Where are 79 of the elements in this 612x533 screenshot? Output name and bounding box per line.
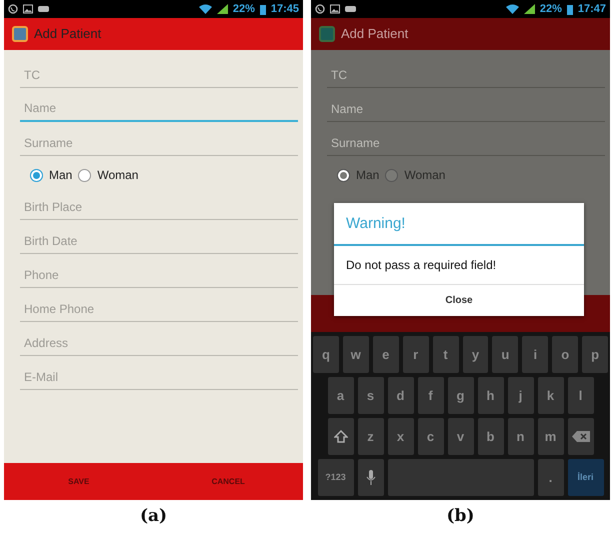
- battery-icon: [260, 4, 266, 14]
- radio-label: Man: [49, 167, 72, 184]
- signal-icon: [524, 4, 535, 14]
- image-icon: [23, 4, 33, 14]
- key[interactable]: r: [402, 336, 429, 373]
- key[interactable]: n: [508, 418, 534, 455]
- radio-button[interactable]: [385, 168, 398, 182]
- key[interactable]: c: [418, 418, 444, 455]
- action-button[interactable]: SAVE: [4, 463, 154, 500]
- clock-time: 17:47: [578, 2, 606, 17]
- key[interactable]: o: [552, 336, 578, 373]
- key[interactable]: p: [582, 336, 608, 373]
- key[interactable]: g: [448, 377, 474, 414]
- key[interactable]: u: [492, 336, 518, 373]
- input-field[interactable]: Name: [327, 96, 605, 122]
- wifi-icon: [506, 4, 519, 14]
- mic-key[interactable]: [358, 459, 384, 496]
- key[interactable]: d: [388, 377, 414, 414]
- battery-icon: [566, 4, 573, 14]
- key[interactable]: e: [372, 336, 399, 373]
- input-field[interactable]: Phone: [20, 262, 298, 288]
- app-icon: [319, 26, 335, 42]
- input-field[interactable]: Name: [20, 96, 298, 122]
- input-field[interactable]: Address: [20, 330, 298, 356]
- close-button[interactable]: Close: [334, 284, 584, 316]
- input-field[interactable]: Birth Date: [20, 228, 298, 254]
- radio-button[interactable]: [78, 168, 92, 182]
- image-icon: [330, 4, 340, 14]
- key[interactable]: m: [538, 418, 564, 455]
- next-key[interactable]: İleri: [568, 459, 604, 496]
- battery-percent: 22%: [540, 2, 562, 17]
- input-field[interactable]: Home Phone: [20, 296, 298, 322]
- key[interactable]: s: [358, 377, 384, 414]
- action-button[interactable]: CANCEL: [154, 463, 303, 500]
- input-field[interactable]: TC: [327, 62, 605, 88]
- backspace-key[interactable]: [568, 418, 594, 455]
- app-title: Add Patient: [341, 25, 408, 44]
- dialog-title: Warning!: [334, 203, 584, 246]
- key[interactable]: t: [432, 336, 458, 373]
- key[interactable]: k: [538, 377, 564, 414]
- gamepad-icon: [38, 5, 49, 13]
- shift-icon: [334, 430, 348, 444]
- gamepad-icon: [345, 5, 356, 13]
- input-field[interactable]: TC: [20, 62, 298, 88]
- key[interactable]: b: [478, 418, 504, 455]
- input-field[interactable]: Surname: [20, 130, 298, 156]
- input-field[interactable]: E-Mail: [20, 364, 298, 390]
- app-icon: [12, 26, 28, 42]
- battery-percent: 22%: [232, 2, 255, 17]
- radio-label: Woman: [97, 167, 138, 184]
- key[interactable]: f: [418, 377, 444, 414]
- key[interactable]: h: [478, 377, 504, 414]
- radio-label: Man: [356, 167, 380, 184]
- app-title: Add Patient: [34, 25, 102, 44]
- key[interactable]: .: [538, 459, 564, 496]
- key[interactable]: z: [358, 418, 384, 455]
- radio-button[interactable]: [337, 168, 350, 182]
- key[interactable]: j: [508, 377, 534, 414]
- figure-caption: (a): [140, 505, 168, 528]
- clock-time: 17:45: [270, 2, 299, 17]
- key[interactable]: y: [462, 336, 488, 373]
- key[interactable]: l: [568, 377, 594, 414]
- radio-label: Woman: [404, 167, 446, 184]
- input-field[interactable]: Birth Place: [20, 194, 298, 220]
- radio-button[interactable]: [30, 168, 43, 182]
- signal-icon: [216, 4, 228, 14]
- microphone-icon: [366, 470, 376, 485]
- backspace-icon: [572, 431, 590, 442]
- wifi-icon: [198, 4, 212, 14]
- key[interactable]: x: [388, 418, 414, 455]
- key[interactable]: a: [328, 377, 354, 414]
- key[interactable]: w: [342, 336, 369, 373]
- symbols-key[interactable]: ?123: [318, 459, 354, 496]
- key[interactable]: i: [522, 336, 548, 373]
- key[interactable]: q: [312, 336, 339, 373]
- shift-key[interactable]: [328, 418, 354, 455]
- input-field[interactable]: Surname: [327, 130, 605, 156]
- figure-caption: (b): [446, 505, 474, 528]
- key[interactable]: v: [448, 418, 474, 455]
